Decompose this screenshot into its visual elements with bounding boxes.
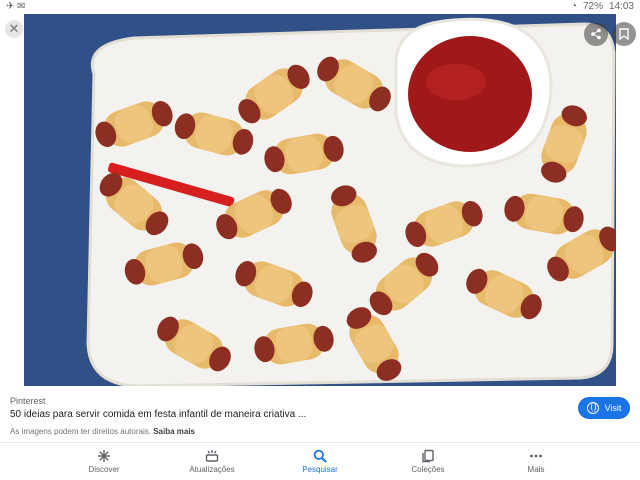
close-icon: ✕ bbox=[8, 21, 20, 36]
nav-label: Pesquisar bbox=[302, 465, 338, 474]
nav-collections[interactable]: Coleções bbox=[374, 443, 482, 480]
clock: 14:03 bbox=[608, 1, 634, 12]
status-bar: ✈ ✉ ◔ 72% 14:03 bbox=[0, 0, 640, 14]
status-right: ◔ 72% 14:03 bbox=[571, 1, 634, 12]
collections-icon bbox=[421, 449, 435, 463]
image-viewer: ✕ bbox=[0, 14, 640, 386]
asterisk-icon bbox=[97, 449, 111, 463]
nav-updates[interactable]: Atualizações bbox=[158, 443, 266, 480]
result-title[interactable]: 50 ideias para servir comida em festa in… bbox=[10, 409, 306, 420]
nav-search[interactable]: Pesquisar bbox=[266, 443, 374, 480]
battery-level: 72% bbox=[582, 1, 603, 12]
nav-more[interactable]: Mais bbox=[482, 443, 590, 480]
visit-button[interactable]: Visit bbox=[578, 397, 630, 419]
updates-icon bbox=[205, 449, 219, 463]
result-source[interactable]: Pinterest bbox=[10, 396, 46, 406]
nav-label: Atualizações bbox=[189, 465, 235, 474]
rights-text: As imagens podem ter direitos autorais. bbox=[10, 427, 151, 436]
result-image[interactable] bbox=[24, 14, 616, 386]
save-button[interactable] bbox=[612, 22, 636, 46]
share-icon bbox=[591, 28, 601, 40]
search-icon bbox=[313, 449, 327, 463]
copyright-notice: As imagens podem ter direitos autorais. … bbox=[10, 427, 195, 436]
more-icon bbox=[529, 449, 543, 463]
nav-discover[interactable]: Discover bbox=[50, 443, 158, 480]
status-notification-icons: ✈ ✉ bbox=[6, 1, 26, 12]
visit-label: Visit bbox=[604, 403, 622, 413]
food-photo bbox=[24, 14, 616, 386]
nav-label: Discover bbox=[88, 465, 120, 474]
nav-label: Mais bbox=[527, 465, 545, 474]
learn-more-link[interactable]: Saiba mais bbox=[153, 427, 195, 436]
bottom-nav: Discover Atualizações Pesquisar Coleções… bbox=[0, 443, 640, 480]
nav-label: Coleções bbox=[411, 465, 445, 474]
bookmark-icon bbox=[619, 28, 629, 40]
share-button[interactable] bbox=[584, 22, 608, 46]
wifi-icon: ◔ bbox=[570, 1, 577, 12]
globe-icon bbox=[586, 402, 599, 414]
close-button[interactable]: ✕ bbox=[5, 20, 23, 38]
